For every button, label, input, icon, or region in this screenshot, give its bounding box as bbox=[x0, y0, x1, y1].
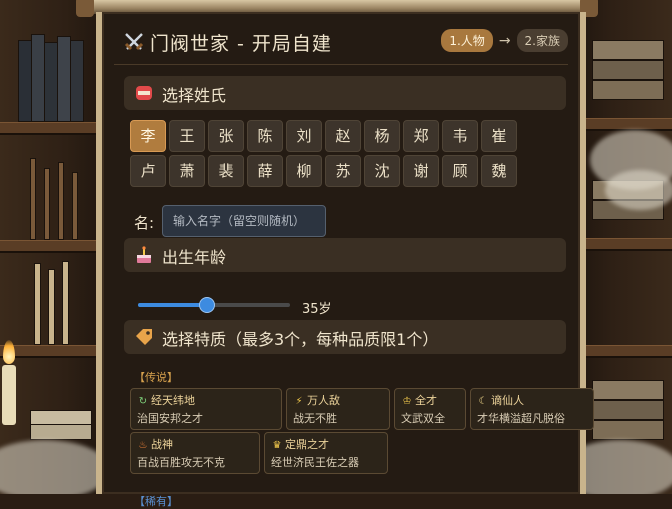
trait-description: 文武双全 bbox=[401, 412, 445, 425]
surname-option[interactable]: 刘 bbox=[286, 120, 322, 152]
trait-name: 谪仙人 bbox=[491, 394, 524, 407]
surname-option[interactable]: 苏 bbox=[325, 155, 361, 187]
step-indicator: 1.人物 → 2.家族 bbox=[441, 29, 568, 52]
trait-name: 全才 bbox=[415, 394, 437, 407]
slider-thumb[interactable] bbox=[198, 297, 215, 313]
trait-card[interactable]: ☾ 谪仙人才华横溢超凡脱俗 bbox=[470, 388, 594, 430]
traits-section-header: 选择特质（最多3个，每种品质限1个） bbox=[124, 320, 566, 354]
trait-description: 经世济民王佐之器 bbox=[271, 456, 359, 469]
lightning-icon: ⚡ bbox=[295, 396, 303, 407]
surname-option[interactable]: 顾 bbox=[442, 155, 478, 187]
trait-card[interactable]: ♨ 战神百战百胜攻无不克 bbox=[130, 432, 260, 474]
step-family[interactable]: 2.家族 bbox=[516, 29, 568, 52]
surname-option[interactable]: 裴 bbox=[208, 155, 244, 187]
trait-name: 战神 bbox=[151, 438, 173, 451]
surname-option[interactable]: 李 bbox=[130, 120, 166, 152]
crossed-swords-icon bbox=[124, 33, 144, 51]
surname-option[interactable]: 张 bbox=[208, 120, 244, 152]
surname-option[interactable]: 王 bbox=[169, 120, 205, 152]
page-title: 门阀世家 - 开局自建 bbox=[150, 33, 332, 55]
age-slider[interactable] bbox=[138, 295, 290, 315]
trait-card[interactable]: ⚡ 万人敌战无不胜 bbox=[286, 388, 390, 430]
trait-description: 治国安邦之才 bbox=[137, 412, 203, 425]
trait-card[interactable]: ♔ 全才文武双全 bbox=[394, 388, 466, 430]
surname-option[interactable]: 郑 bbox=[403, 120, 439, 152]
section-title: 选择姓氏 bbox=[162, 86, 227, 105]
trait-card[interactable]: ♛ 定鼎之才经世济民王佐之器 bbox=[264, 432, 388, 474]
birthday-cake-icon bbox=[137, 246, 151, 263]
surname-option[interactable]: 崔 bbox=[481, 120, 517, 152]
panel-header: 门阀世家 - 开局自建 1.人物 → 2.家族 bbox=[114, 24, 568, 64]
age-section-header: 出生年龄 bbox=[124, 238, 566, 272]
red-badge-icon bbox=[136, 86, 152, 100]
character-creation-panel: 门阀世家 - 开局自建 1.人物 → 2.家族 选择姓氏 李王张陈刘赵杨郑韦崔卢… bbox=[96, 12, 594, 508]
section-title: 出生年龄 bbox=[162, 248, 227, 267]
trait-name: 定鼎之才 bbox=[285, 438, 329, 451]
section-title: 选择特质（最多3个，每种品质限1个） bbox=[162, 330, 439, 349]
age-value: 35岁 bbox=[302, 302, 332, 317]
surname-option[interactable]: 薛 bbox=[247, 155, 283, 187]
surname-option[interactable]: 萧 bbox=[169, 155, 205, 187]
tag-icon bbox=[136, 329, 152, 345]
surname-section-header: 选择姓氏 bbox=[124, 76, 566, 110]
trait-description: 才华横溢超凡脱俗 bbox=[477, 412, 565, 425]
trophy-icon: ♛ bbox=[272, 440, 282, 451]
recycle-icon: ↻ bbox=[138, 396, 148, 407]
surname-option[interactable]: 谢 bbox=[403, 155, 439, 187]
name-input[interactable] bbox=[162, 205, 326, 237]
surname-option[interactable]: 卢 bbox=[130, 155, 166, 187]
name-label: 名: bbox=[134, 214, 155, 232]
surname-option[interactable]: 柳 bbox=[286, 155, 322, 187]
surname-option[interactable]: 魏 bbox=[481, 155, 517, 187]
surname-option[interactable]: 杨 bbox=[364, 120, 400, 152]
tier-label: 【传说】 bbox=[134, 371, 178, 384]
trait-name: 万人敌 bbox=[307, 394, 340, 407]
tier-label: 【稀有】 bbox=[134, 495, 178, 508]
crown-icon: ♔ bbox=[402, 396, 412, 407]
moon-icon: ☾ bbox=[478, 396, 488, 407]
trait-description: 百战百胜攻无不克 bbox=[137, 456, 225, 469]
cloud-decoration bbox=[605, 170, 672, 210]
candle bbox=[2, 365, 16, 425]
header-divider bbox=[114, 64, 568, 65]
surname-option[interactable]: 沈 bbox=[364, 155, 400, 187]
trait-description: 战无不胜 bbox=[293, 412, 337, 425]
fire-icon: ♨ bbox=[138, 440, 148, 451]
surname-option[interactable]: 陈 bbox=[247, 120, 283, 152]
trait-name: 经天纬地 bbox=[151, 394, 195, 407]
left-bookshelf bbox=[0, 0, 110, 494]
trait-card[interactable]: ↻ 经天纬地治国安邦之才 bbox=[130, 388, 282, 430]
step-character[interactable]: 1.人物 bbox=[441, 29, 493, 52]
surname-option[interactable]: 韦 bbox=[442, 120, 478, 152]
surname-grid: 李王张陈刘赵杨郑韦崔卢萧裴薛柳苏沈谢顾魏 bbox=[130, 120, 517, 187]
step-arrow-icon: → bbox=[498, 32, 511, 49]
surname-option[interactable]: 赵 bbox=[325, 120, 361, 152]
candle-flame bbox=[3, 340, 15, 364]
